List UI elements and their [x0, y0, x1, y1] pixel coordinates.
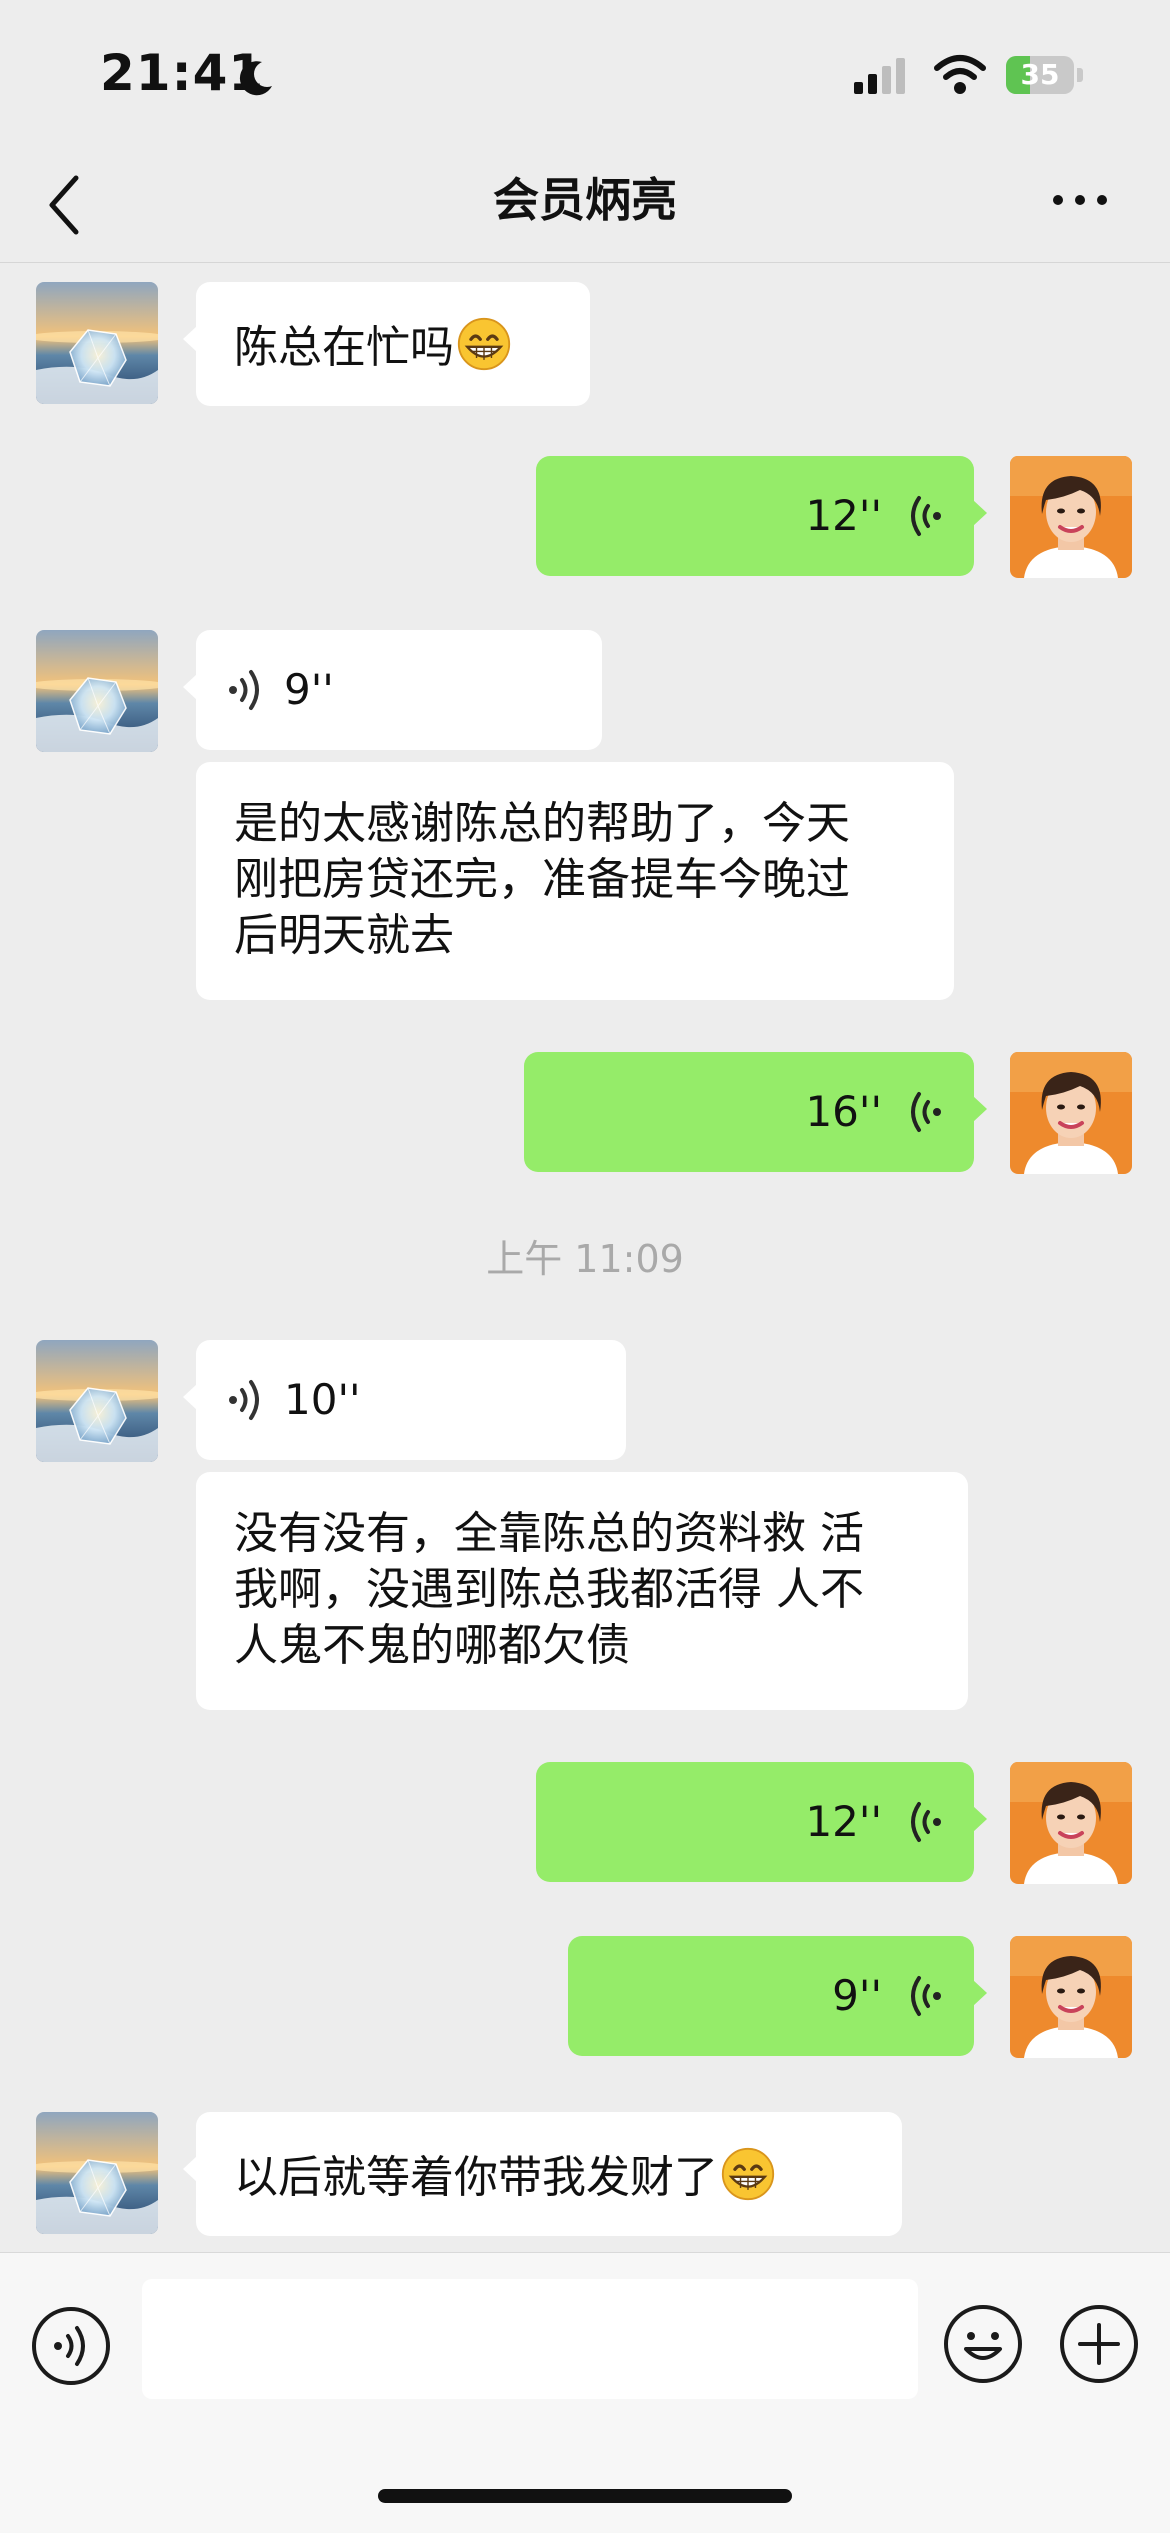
voice-wave-icon — [226, 1378, 266, 1422]
battery-level: 35 — [1020, 58, 1060, 91]
message-text-wrap: 陈总在忙吗 — [234, 316, 552, 376]
contact-avatar[interactable] — [36, 2112, 158, 2234]
incoming-voice-bubble[interactable]: 9'' — [183, 630, 602, 750]
message-text-wrap: 是的太感谢陈总的帮助了，今天 刚把房贷还完，准备提车今晚过 后明天就去 — [234, 796, 916, 964]
voice-duration: 12'' — [805, 1797, 882, 1846]
message-line: 没有没有，全靠陈总的资料救 活 — [234, 1508, 864, 1559]
my-avatar[interactable] — [1010, 1936, 1132, 2058]
message-line: 刚把房贷还完，准备提车今晚过 — [234, 854, 850, 905]
message-timestamp: 上午 11:09 — [486, 1237, 684, 1281]
grinning-face-emoji — [720, 2146, 776, 2202]
message-text-wrap: 没有没有，全靠陈总的资料救 活 我啊，没遇到陈总我都活得 人不 人鬼不鬼的哪都欠… — [234, 1506, 930, 1674]
incoming-voice-bubble[interactable]: 10'' — [183, 1340, 626, 1460]
voice-wave-icon — [904, 1800, 944, 1844]
emoji-face-icon[interactable] — [942, 2303, 1024, 2385]
message-list: 陈总在忙吗 12'' 9'' 是的太感谢陈总的帮助了，今天 刚把房贷还完，准备提… — [0, 262, 1170, 2252]
incoming-text-bubble[interactable]: 没有没有，全靠陈总的资料救 活 我啊，没遇到陈总我都活得 人不 人鬼不鬼的哪都欠… — [196, 1472, 968, 1710]
my-avatar[interactable] — [1010, 1762, 1132, 1884]
outgoing-voice-bubble[interactable]: 12'' — [536, 456, 987, 576]
outgoing-voice-bubble[interactable]: 12'' — [536, 1762, 987, 1882]
battery-tip — [1077, 68, 1083, 82]
chat-title: 会员炳亮 — [493, 173, 677, 227]
chat-header: 会员炳亮 — [0, 150, 1170, 263]
voice-wave-icon — [226, 668, 266, 712]
outgoing-voice-bubble[interactable]: 16'' — [524, 1052, 987, 1172]
message-text: 陈总在忙吗 — [234, 322, 454, 373]
message-line: 我啊，没遇到陈总我都活得 人不 — [234, 1564, 864, 1615]
voice-mode-icon[interactable] — [30, 2305, 112, 2387]
battery-charging-icon: 35 — [1006, 56, 1074, 94]
voice-wave-icon — [904, 1090, 944, 1134]
voice-duration: 10'' — [284, 1375, 361, 1424]
incoming-text-bubble[interactable]: 陈总在忙吗 — [183, 282, 590, 406]
home-indicator[interactable] — [378, 2489, 792, 2503]
incoming-text-bubble[interactable]: 是的太感谢陈总的帮助了，今天 刚把房贷还完，准备提车今晚过 后明天就去 — [196, 762, 954, 1000]
plus-circle-icon[interactable] — [1058, 2303, 1140, 2385]
input-bar — [0, 2252, 1170, 2533]
moon-icon — [239, 61, 272, 96]
my-avatar[interactable] — [1010, 1052, 1132, 1174]
grinning-face-emoji — [456, 316, 512, 372]
more-dots-icon[interactable] — [1050, 190, 1110, 210]
voice-duration: 12'' — [805, 491, 882, 540]
message-text-wrap: 以后就等着你带我发财了 — [234, 2146, 864, 2206]
contact-avatar[interactable] — [36, 630, 158, 752]
voice-duration: 9'' — [832, 1971, 882, 2020]
message-input[interactable] — [142, 2279, 918, 2399]
voice-duration: 9'' — [284, 665, 334, 714]
voice-duration: 16'' — [805, 1087, 882, 1136]
message-text: 以后就等着你带我发财了 — [234, 2152, 718, 2203]
contact-avatar[interactable] — [36, 1340, 158, 1462]
wifi-icon — [934, 55, 986, 94]
message-line: 后明天就去 — [234, 910, 454, 961]
my-avatar[interactable] — [1010, 456, 1132, 578]
message-line: 是的太感谢陈总的帮助了，今天 — [234, 798, 850, 849]
contact-avatar[interactable] — [36, 282, 158, 404]
incoming-text-bubble[interactable]: 以后就等着你带我发财了 — [183, 2112, 902, 2236]
outgoing-voice-bubble[interactable]: 9'' — [568, 1936, 987, 2056]
voice-wave-icon — [904, 1974, 944, 2018]
cellular-signal-icon — [854, 58, 905, 94]
voice-wave-icon — [904, 494, 944, 538]
status-bar: 21:41 35 — [0, 0, 1170, 150]
message-line: 人鬼不鬼的哪都欠债 — [234, 1620, 630, 1671]
